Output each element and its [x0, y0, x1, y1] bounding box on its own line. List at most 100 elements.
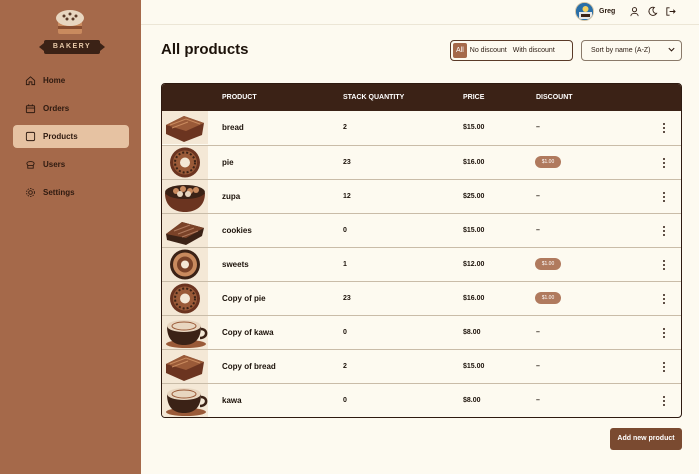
table-row[interactable]: Copy of pie 23 $16.00 $1.00: [162, 281, 681, 315]
product-discount: –: [536, 227, 540, 234]
product-image-coffee-icon: [162, 316, 208, 349]
product-price: $12.00: [463, 261, 485, 268]
table-header: PRODUCT STACK QUANTITY PRICE DISCOUNT: [162, 84, 681, 111]
avatar-image-icon: [576, 3, 593, 20]
product-quantity: 2: [343, 124, 347, 131]
filter-with-discount-button[interactable]: With discount: [510, 43, 558, 58]
filter-all-button[interactable]: All: [453, 43, 467, 58]
sidebar-item-label: Orders: [43, 104, 70, 113]
product-image-bread-icon: [162, 350, 208, 383]
moon-icon[interactable]: [647, 6, 658, 17]
product-discount: –: [536, 397, 540, 404]
row-menu-icon[interactable]: [659, 361, 669, 373]
product-quantity: 12: [343, 193, 351, 200]
chevron-down-icon: [668, 47, 675, 52]
row-menu-icon[interactable]: [659, 191, 669, 203]
product-name: zupa: [222, 192, 241, 201]
product-image-coffee-icon: [162, 384, 208, 417]
discount-filter-group: All No discount With discount: [450, 40, 573, 61]
table-row[interactable]: bread 2 $15.00 –: [162, 111, 681, 145]
table-row[interactable]: cookies 0 $15.00 –: [162, 213, 681, 247]
product-discount: –: [536, 329, 540, 336]
cake-logo-icon: [56, 10, 84, 34]
products-icon: [25, 131, 36, 142]
column-header-quantity: STACK QUANTITY: [343, 94, 405, 101]
product-quantity: 23: [343, 159, 351, 166]
username: Greg: [599, 8, 616, 15]
gear-icon: [26, 188, 35, 197]
product-discount: –: [536, 124, 540, 131]
product-quantity: 0: [343, 227, 347, 234]
product-quantity: 0: [343, 329, 347, 336]
sidebar-item-label: Home: [43, 76, 66, 85]
product-price: $16.00: [463, 159, 485, 166]
product-name: kawa: [222, 396, 242, 405]
row-menu-icon[interactable]: [659, 225, 669, 237]
sidebar-item-label: Settings: [43, 188, 75, 197]
product-quantity: 23: [343, 295, 351, 302]
add-new-product-button[interactable]: Add new product: [610, 428, 682, 450]
product-quantity: 2: [343, 363, 347, 370]
home-icon: [25, 76, 36, 86]
row-menu-icon[interactable]: [659, 395, 669, 407]
orders-icon: [25, 104, 36, 114]
sidebar: BAKERY Home Orders Products Users Settin…: [0, 0, 141, 474]
product-image-donut-icon: [162, 146, 208, 179]
product-name: Copy of bread: [222, 362, 276, 371]
product-discount: –: [536, 363, 540, 370]
row-menu-icon[interactable]: [659, 122, 669, 134]
row-menu-icon[interactable]: [659, 259, 669, 271]
product-name: sweets: [222, 260, 249, 269]
row-menu-icon[interactable]: [659, 327, 669, 339]
logout-icon[interactable]: [665, 6, 676, 17]
product-quantity: 0: [343, 397, 347, 404]
avatar[interactable]: [575, 2, 594, 21]
sidebar-item-users[interactable]: Users: [13, 153, 129, 176]
table-row[interactable]: zupa 12 $25.00 –: [162, 179, 681, 213]
brand-name: BAKERY: [39, 40, 105, 54]
product-name: Copy of kawa: [222, 328, 274, 337]
sidebar-nav: Home Orders Products Users Settings: [13, 69, 129, 209]
discount-badge: $1.00: [535, 156, 561, 168]
product-price: $25.00: [463, 193, 485, 200]
table-row[interactable]: kawa 0 $8.00 –: [162, 383, 681, 417]
sidebar-item-label: Users: [43, 160, 66, 169]
discount-badge: $1.00: [535, 258, 561, 270]
sidebar-item-home[interactable]: Home: [13, 69, 129, 92]
product-image-bowl-icon: [162, 180, 208, 213]
product-price: $15.00: [463, 227, 485, 234]
top-bar: Greg: [141, 0, 699, 25]
users-icon: [26, 161, 35, 169]
product-name: cookies: [222, 226, 252, 235]
table-body: bread 2 $15.00– pie 23 $16.00 $1.00 zupa 12 $25.0…: [162, 111, 681, 417]
product-name: bread: [222, 123, 244, 132]
product-image-bread-icon: [162, 111, 208, 144]
sidebar-item-settings[interactable]: Settings: [13, 181, 129, 204]
page-title: All products: [161, 41, 249, 58]
product-image-cookies-icon: [162, 214, 208, 247]
products-table: PRODUCT STACK QUANTITY PRICE DISCOUNT br…: [161, 83, 682, 418]
column-header-price: PRICE: [463, 94, 485, 101]
product-price: $16.00: [463, 295, 485, 302]
sort-select[interactable]: Sort by name (A-Z): [581, 40, 682, 61]
column-header-discount: DISCOUNT: [536, 94, 573, 101]
product-price: $15.00: [463, 124, 485, 131]
table-row[interactable]: sweets 1 $12.00 $1.00: [162, 247, 681, 281]
product-name: pie: [222, 158, 234, 167]
discount-badge: $1.00: [535, 292, 561, 304]
sidebar-item-products[interactable]: Products: [13, 125, 129, 148]
product-price: $8.00: [463, 397, 481, 404]
row-menu-icon[interactable]: [659, 293, 669, 305]
product-quantity: 1: [343, 261, 347, 268]
filter-no-discount-button[interactable]: No discount: [467, 43, 510, 58]
table-row[interactable]: Copy of kawa 0 $8.00 –: [162, 315, 681, 349]
bakery-logo[interactable]: BAKERY: [39, 8, 105, 56]
table-row[interactable]: Copy of bread 2 $15.00 –: [162, 349, 681, 383]
product-image-sweets-icon: [162, 248, 208, 281]
sidebar-item-label: Products: [43, 132, 78, 141]
sidebar-item-orders[interactable]: Orders: [13, 97, 129, 120]
product-name: Copy of pie: [222, 294, 266, 303]
row-menu-icon[interactable]: [659, 157, 669, 169]
table-row[interactable]: pie 23 $16.00 $1.00: [162, 145, 681, 179]
user-icon[interactable]: [629, 6, 640, 17]
